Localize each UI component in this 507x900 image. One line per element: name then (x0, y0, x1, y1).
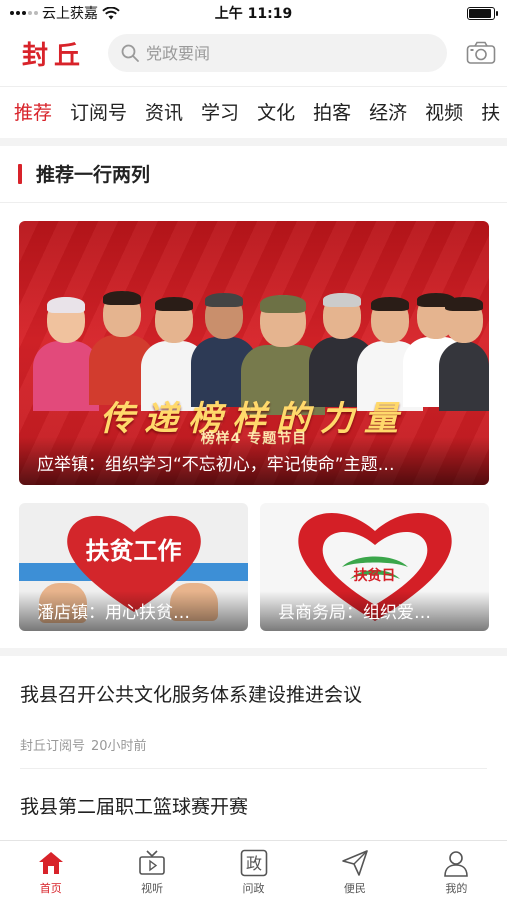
category-tabs: 推荐 订阅号 资讯 学习 文化 拍客 经济 视频 扶 (0, 86, 507, 136)
tab-economy[interactable]: 经济 (369, 98, 407, 125)
nav-label: 视听 (141, 882, 164, 895)
tv-icon (139, 850, 165, 875)
news-title: 我县召开公共文化服务体系建设推进会议 (20, 684, 363, 706)
nav-watch[interactable]: 视听 (101, 841, 202, 900)
divider (20, 768, 487, 769)
list-item[interactable]: 我县第二届职工篮球赛开赛 (20, 792, 487, 819)
app-header: 封丘 (0, 28, 507, 78)
tab-news[interactable]: 资讯 (145, 98, 183, 125)
nav-politics[interactable]: 政 问政 (203, 841, 304, 900)
tab-recommend[interactable]: 推荐 (14, 98, 52, 125)
article-caption: 潘店镇：用心扶贫… (37, 603, 190, 623)
news-title: 我县第二届职工篮球赛开赛 (20, 796, 249, 818)
status-bar: 云上获嘉 上午 11:19 (0, 0, 507, 26)
role-model-group-image (19, 261, 489, 415)
news-time: 20小时前 (91, 739, 147, 754)
search-icon (121, 44, 139, 62)
tab-subscription[interactable]: 订阅号 (70, 98, 127, 125)
tab-culture[interactable]: 文化 (257, 98, 295, 125)
divider (0, 648, 507, 656)
camera-button[interactable] (465, 39, 497, 67)
battery-icon (467, 6, 498, 20)
home-icon (38, 852, 63, 874)
bottom-nav: 首页 视听 政 问政 便民 我的 (0, 840, 507, 900)
divider (0, 202, 507, 203)
tab-video[interactable]: 视频 (425, 98, 463, 125)
list-item[interactable]: 我县召开公共文化服务体系建设推进会议 封丘订阅号 20小时前 (20, 680, 487, 754)
nav-label: 我的 (445, 882, 468, 895)
tab-photographer[interactable]: 拍客 (313, 98, 351, 125)
nav-label: 首页 (39, 882, 62, 895)
section-marker (18, 163, 22, 184)
svg-text:政: 政 (246, 854, 262, 873)
nav-label: 便民 (343, 882, 366, 895)
section-heading: 推荐一行两列 (18, 160, 150, 187)
search-input[interactable] (146, 43, 435, 63)
nav-home[interactable]: 首页 (0, 841, 101, 900)
user-icon (444, 851, 469, 877)
wifi-icon (102, 6, 120, 19)
divider (0, 138, 507, 146)
news-source: 封丘订阅号 (20, 739, 86, 754)
article-card[interactable]: 扶贫工作 潘店镇：用心扶贫… (19, 503, 248, 631)
tab-poverty[interactable]: 扶 (481, 98, 500, 125)
poverty-day-label: 扶贫日 (353, 568, 396, 584)
poverty-work-label: 扶贫工作 (85, 537, 182, 565)
nav-service[interactable]: 便民 (304, 841, 405, 900)
section-title: 推荐一行两列 (36, 164, 151, 186)
politics-icon: 政 (240, 849, 267, 877)
article-card[interactable]: 扶贫日 县商务局：组织爱… (260, 503, 489, 631)
tab-study[interactable]: 学习 (201, 98, 239, 125)
search-bar[interactable] (108, 34, 447, 72)
article-caption: 县商务局：组织爱… (278, 603, 431, 623)
featured-article-card[interactable]: 传递榜样的力量 榜样4 专题节目 应举镇：组织学习“不忘初心，牢记使命”主题… (19, 221, 489, 485)
signal-icon (10, 11, 38, 15)
news-meta: 封丘订阅号 20小时前 (20, 735, 487, 754)
app-logo: 封丘 (22, 40, 87, 71)
nav-label: 问政 (242, 882, 265, 895)
carrier-name: 云上获嘉 (42, 6, 98, 22)
featured-article-caption: 应举镇：组织学习“不忘初心，牢记使命”主题… (37, 455, 395, 475)
send-icon (342, 850, 368, 876)
camera-icon (466, 41, 496, 64)
nav-profile[interactable]: 我的 (406, 841, 507, 900)
